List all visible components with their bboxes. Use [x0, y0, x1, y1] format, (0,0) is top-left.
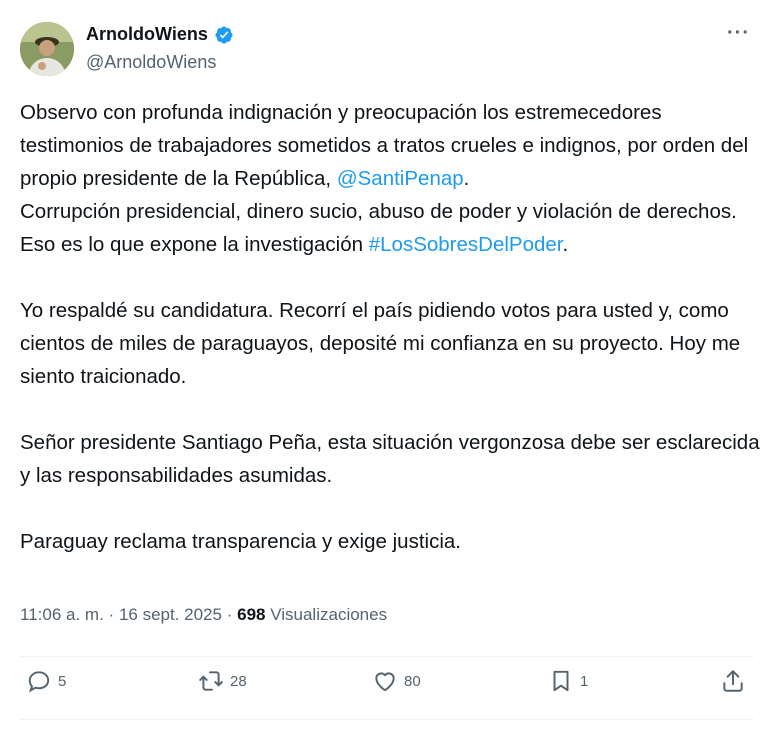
like-button[interactable]: 80: [372, 668, 421, 694]
avatar[interactable]: [20, 22, 74, 76]
tweet-text-segment: .: [463, 167, 470, 190]
reply-count: 5: [58, 672, 67, 690]
tweet-paragraph-3: Yo respaldé su candidatura. Recorrí el p…: [20, 299, 741, 388]
tweet-paragraph-2: Corrupción presidencial, dinero sucio, a…: [20, 195, 760, 261]
divider: [20, 656, 754, 657]
repost-count: 28: [230, 672, 247, 690]
tweet-text: Observo con profunda indignación y preoc…: [20, 96, 760, 558]
bookmark-button[interactable]: 1: [548, 668, 588, 694]
tweet-timestamp-time[interactable]: 11:06 a. m.: [20, 605, 104, 624]
tweet-meta: 11:06 a. m. · 16 sept. 2025 · 698 Visual…: [20, 605, 387, 625]
meta-separator: ·: [108, 605, 115, 624]
more-options-button[interactable]: ···: [727, 22, 750, 45]
repost-button[interactable]: 28: [198, 668, 247, 694]
tweet-actions-bar: 5 28 80 1: [20, 668, 754, 708]
tweet-paragraph-1: Observo con profunda indignación y preoc…: [20, 96, 760, 195]
repost-icon: [199, 671, 223, 691]
reply-icon: [28, 671, 50, 693]
hashtag-link[interactable]: #LosSobresDelPoder: [369, 233, 563, 256]
share-button[interactable]: [720, 668, 746, 694]
divider: [20, 719, 754, 720]
reply-button[interactable]: 5: [26, 668, 66, 694]
bookmark-count: 1: [580, 672, 589, 690]
tweet-paragraph-4: Señor presidente Santiago Peña, esta sit…: [20, 431, 760, 487]
tweet-timestamp-date[interactable]: 16 sept. 2025: [119, 605, 222, 624]
mention-link[interactable]: @SantiPenap: [337, 167, 464, 190]
tweet-text-segment: .: [562, 233, 569, 256]
like-count: 80: [404, 672, 421, 690]
share-icon: [723, 670, 743, 692]
views-count: 698: [237, 605, 266, 624]
author-handle[interactable]: @ArnoldoWiens: [86, 52, 216, 73]
bookmark-icon: [553, 670, 569, 692]
meta-separator: ·: [226, 605, 233, 624]
views-label: Visualizaciones: [270, 605, 388, 624]
author-display-name[interactable]: ArnoldoWiens: [86, 24, 208, 45]
author-name-row: ArnoldoWiens: [86, 24, 234, 45]
heart-icon: [375, 672, 395, 692]
tweet-paragraph-5: Paraguay reclama transparencia y exige j…: [20, 530, 461, 553]
verified-badge-icon: [215, 25, 233, 44]
